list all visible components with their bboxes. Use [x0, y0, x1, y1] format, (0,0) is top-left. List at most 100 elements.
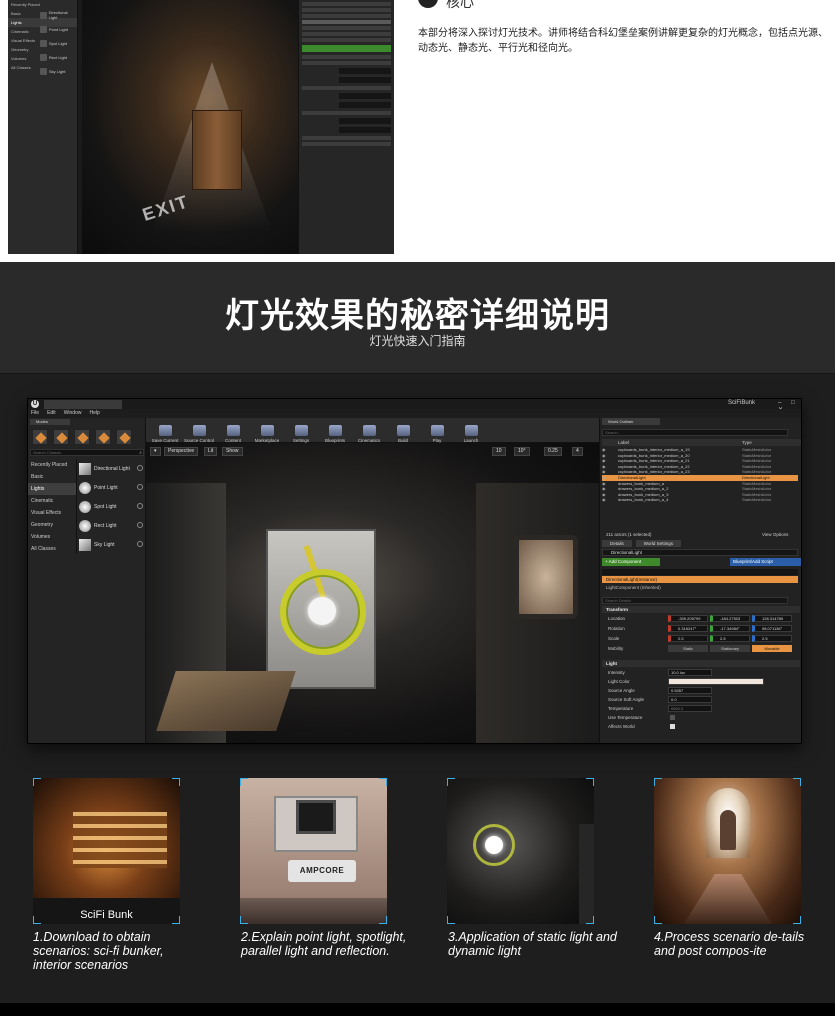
- scale-x-field[interactable]: 2.5: [668, 635, 708, 642]
- help-icon[interactable]: [137, 503, 143, 509]
- light-section-header[interactable]: Light: [602, 660, 800, 667]
- cinematics-button[interactable]: Cinematics: [353, 418, 385, 443]
- menu-window[interactable]: Window: [64, 409, 82, 418]
- outliner-search-input[interactable]: Search...: [602, 429, 788, 436]
- light-color-swatch[interactable]: [668, 678, 764, 685]
- rotation-y-field[interactable]: -17.34984°: [710, 625, 750, 632]
- rect-light-item[interactable]: Rect Light: [77, 516, 146, 535]
- intensity-field[interactable]: 10.0 lux: [668, 669, 712, 676]
- details-search-input[interactable]: Search Details: [602, 597, 788, 604]
- main-toolbar: Save Current Source Control Content Mark…: [146, 418, 599, 443]
- source-soft-angle-field[interactable]: 0.0: [668, 696, 712, 703]
- help-icon[interactable]: [137, 522, 143, 528]
- menu-edit[interactable]: Edit: [47, 409, 56, 418]
- view-options-button[interactable]: View Options: [762, 531, 788, 539]
- light-color-row: Light Color: [602, 677, 800, 686]
- instance-row[interactable]: DirectionalLight(Instance): [602, 576, 798, 583]
- help-icon[interactable]: [137, 465, 143, 471]
- sky-light-item[interactable]: Sky Light: [77, 535, 146, 554]
- mobility-static-toggle[interactable]: Static: [668, 645, 708, 652]
- perspective-button[interactable]: Perspective: [164, 447, 199, 456]
- content-button[interactable]: Content: [217, 418, 249, 443]
- place-mode-icon[interactable]: [32, 429, 48, 445]
- scale-y-field[interactable]: 2.5: [710, 635, 750, 642]
- temperature-field[interactable]: 6500.0: [668, 705, 712, 712]
- geometry-mode-icon[interactable]: [116, 429, 132, 445]
- source-angle-field[interactable]: 0.5357: [668, 687, 712, 694]
- foliage-mode-icon[interactable]: [95, 429, 111, 445]
- category-recently-placed[interactable]: Recently Placed: [28, 459, 76, 471]
- category-basic[interactable]: Basic: [28, 471, 76, 483]
- scale-z-field[interactable]: 2.5: [752, 635, 792, 642]
- panel-field[interactable]: [339, 68, 391, 74]
- level-viewport[interactable]: ▾ Perspective Lit Show 10 10° 0.25 4: [146, 443, 599, 743]
- menu-file[interactable]: File: [31, 409, 39, 418]
- component-row[interactable]: LightComponent (Inherited): [602, 584, 798, 591]
- tab-world-settings[interactable]: World Settings: [635, 540, 681, 547]
- blueprints-button[interactable]: Blueprints: [319, 418, 351, 443]
- save-current-button[interactable]: Save Current: [149, 418, 181, 443]
- paint-mode-icon[interactable]: [53, 429, 69, 445]
- blueprints-icon: [328, 425, 342, 436]
- panel-field[interactable]: [339, 102, 391, 108]
- source-control-button[interactable]: Source Control: [183, 418, 215, 443]
- category-visual-effects[interactable]: Visual Effects: [28, 507, 76, 519]
- category-all-classes[interactable]: All Classes: [28, 543, 76, 555]
- grid-snap-button[interactable]: 10: [492, 447, 506, 456]
- point-light-item[interactable]: Point Light: [77, 478, 146, 497]
- panel-field[interactable]: [339, 77, 391, 83]
- location-y-field[interactable]: -184.27503: [710, 615, 750, 622]
- transform-section-header[interactable]: Transform: [602, 606, 800, 613]
- location-z-field[interactable]: 128.314789: [752, 615, 792, 622]
- camera-speed-button[interactable]: 4: [572, 447, 583, 456]
- category-cinematic[interactable]: Cinematic: [28, 495, 76, 507]
- panel-field[interactable]: [339, 93, 391, 99]
- play-button[interactable]: Play: [421, 418, 453, 443]
- directional-light-sun-icon[interactable]: [308, 597, 336, 625]
- tab-details[interactable]: Details: [602, 540, 632, 547]
- rotation-x-field[interactable]: 0.316247°: [668, 625, 708, 632]
- world-outliner-tab[interactable]: World Outliner: [602, 418, 660, 425]
- eye-icon[interactable]: ◉: [602, 497, 607, 503]
- scale-snap-button[interactable]: 0.25: [544, 447, 562, 456]
- use-temperature-checkbox[interactable]: [670, 715, 675, 720]
- sky-light-icon: [79, 538, 91, 551]
- angle-snap-button[interactable]: 10°: [514, 447, 530, 456]
- directional-light-item[interactable]: Directional Light: [77, 459, 146, 478]
- blueprint-add-script-button[interactable]: Blueprint/Add Script: [730, 558, 801, 566]
- affects-world-checkbox[interactable]: [670, 724, 675, 729]
- category-volumes[interactable]: Volumes: [28, 531, 76, 543]
- panel-field[interactable]: [339, 118, 391, 124]
- menu-help[interactable]: Help: [89, 409, 99, 418]
- modes-tab[interactable]: Modes: [30, 419, 70, 425]
- viewport-options-button[interactable]: ▾: [150, 447, 161, 456]
- spot-light-item[interactable]: Spot Light: [77, 497, 146, 516]
- landscape-mode-icon[interactable]: [74, 429, 90, 445]
- component-search-input[interactable]: [602, 569, 798, 575]
- actor-name-field[interactable]: DirectionalLight: [602, 549, 798, 556]
- help-icon[interactable]: [137, 541, 143, 547]
- show-button[interactable]: Show: [222, 447, 243, 456]
- type-column-header[interactable]: Type: [742, 439, 752, 446]
- rotation-z-field[interactable]: 98.071136°: [752, 625, 792, 632]
- mobility-movable-toggle[interactable]: Movable: [752, 645, 792, 652]
- label-column-header[interactable]: Label: [618, 439, 629, 446]
- add-component-button[interactable]: + Add Component: [602, 558, 660, 566]
- lit-button[interactable]: Lit: [204, 447, 218, 456]
- level-tab[interactable]: [44, 400, 122, 409]
- build-button[interactable]: Build: [387, 418, 419, 443]
- outliner-row[interactable]: ◉ drawers_bunk_medium_a_4 StaticMeshActor: [602, 497, 798, 503]
- launch-button[interactable]: Launch: [455, 418, 487, 443]
- light-icon: [40, 53, 47, 61]
- location-x-field[interactable]: -339.205799: [668, 615, 708, 622]
- category-lights[interactable]: Lights: [28, 483, 76, 495]
- panel-field[interactable]: [339, 127, 391, 133]
- add-component-button[interactable]: [302, 45, 391, 52]
- mobility-stationary-toggle[interactable]: Stationary: [710, 645, 750, 652]
- settings-button[interactable]: Settings: [285, 418, 317, 443]
- help-icon[interactable]: [137, 484, 143, 490]
- top-editor-screenshot: Recently Placed Basic Lights Cinematic V…: [8, 0, 394, 254]
- search-classes-input[interactable]: Search Classes ⌕: [30, 449, 144, 456]
- category-geometry[interactable]: Geometry: [28, 519, 76, 531]
- marketplace-button[interactable]: Marketplace: [251, 418, 283, 443]
